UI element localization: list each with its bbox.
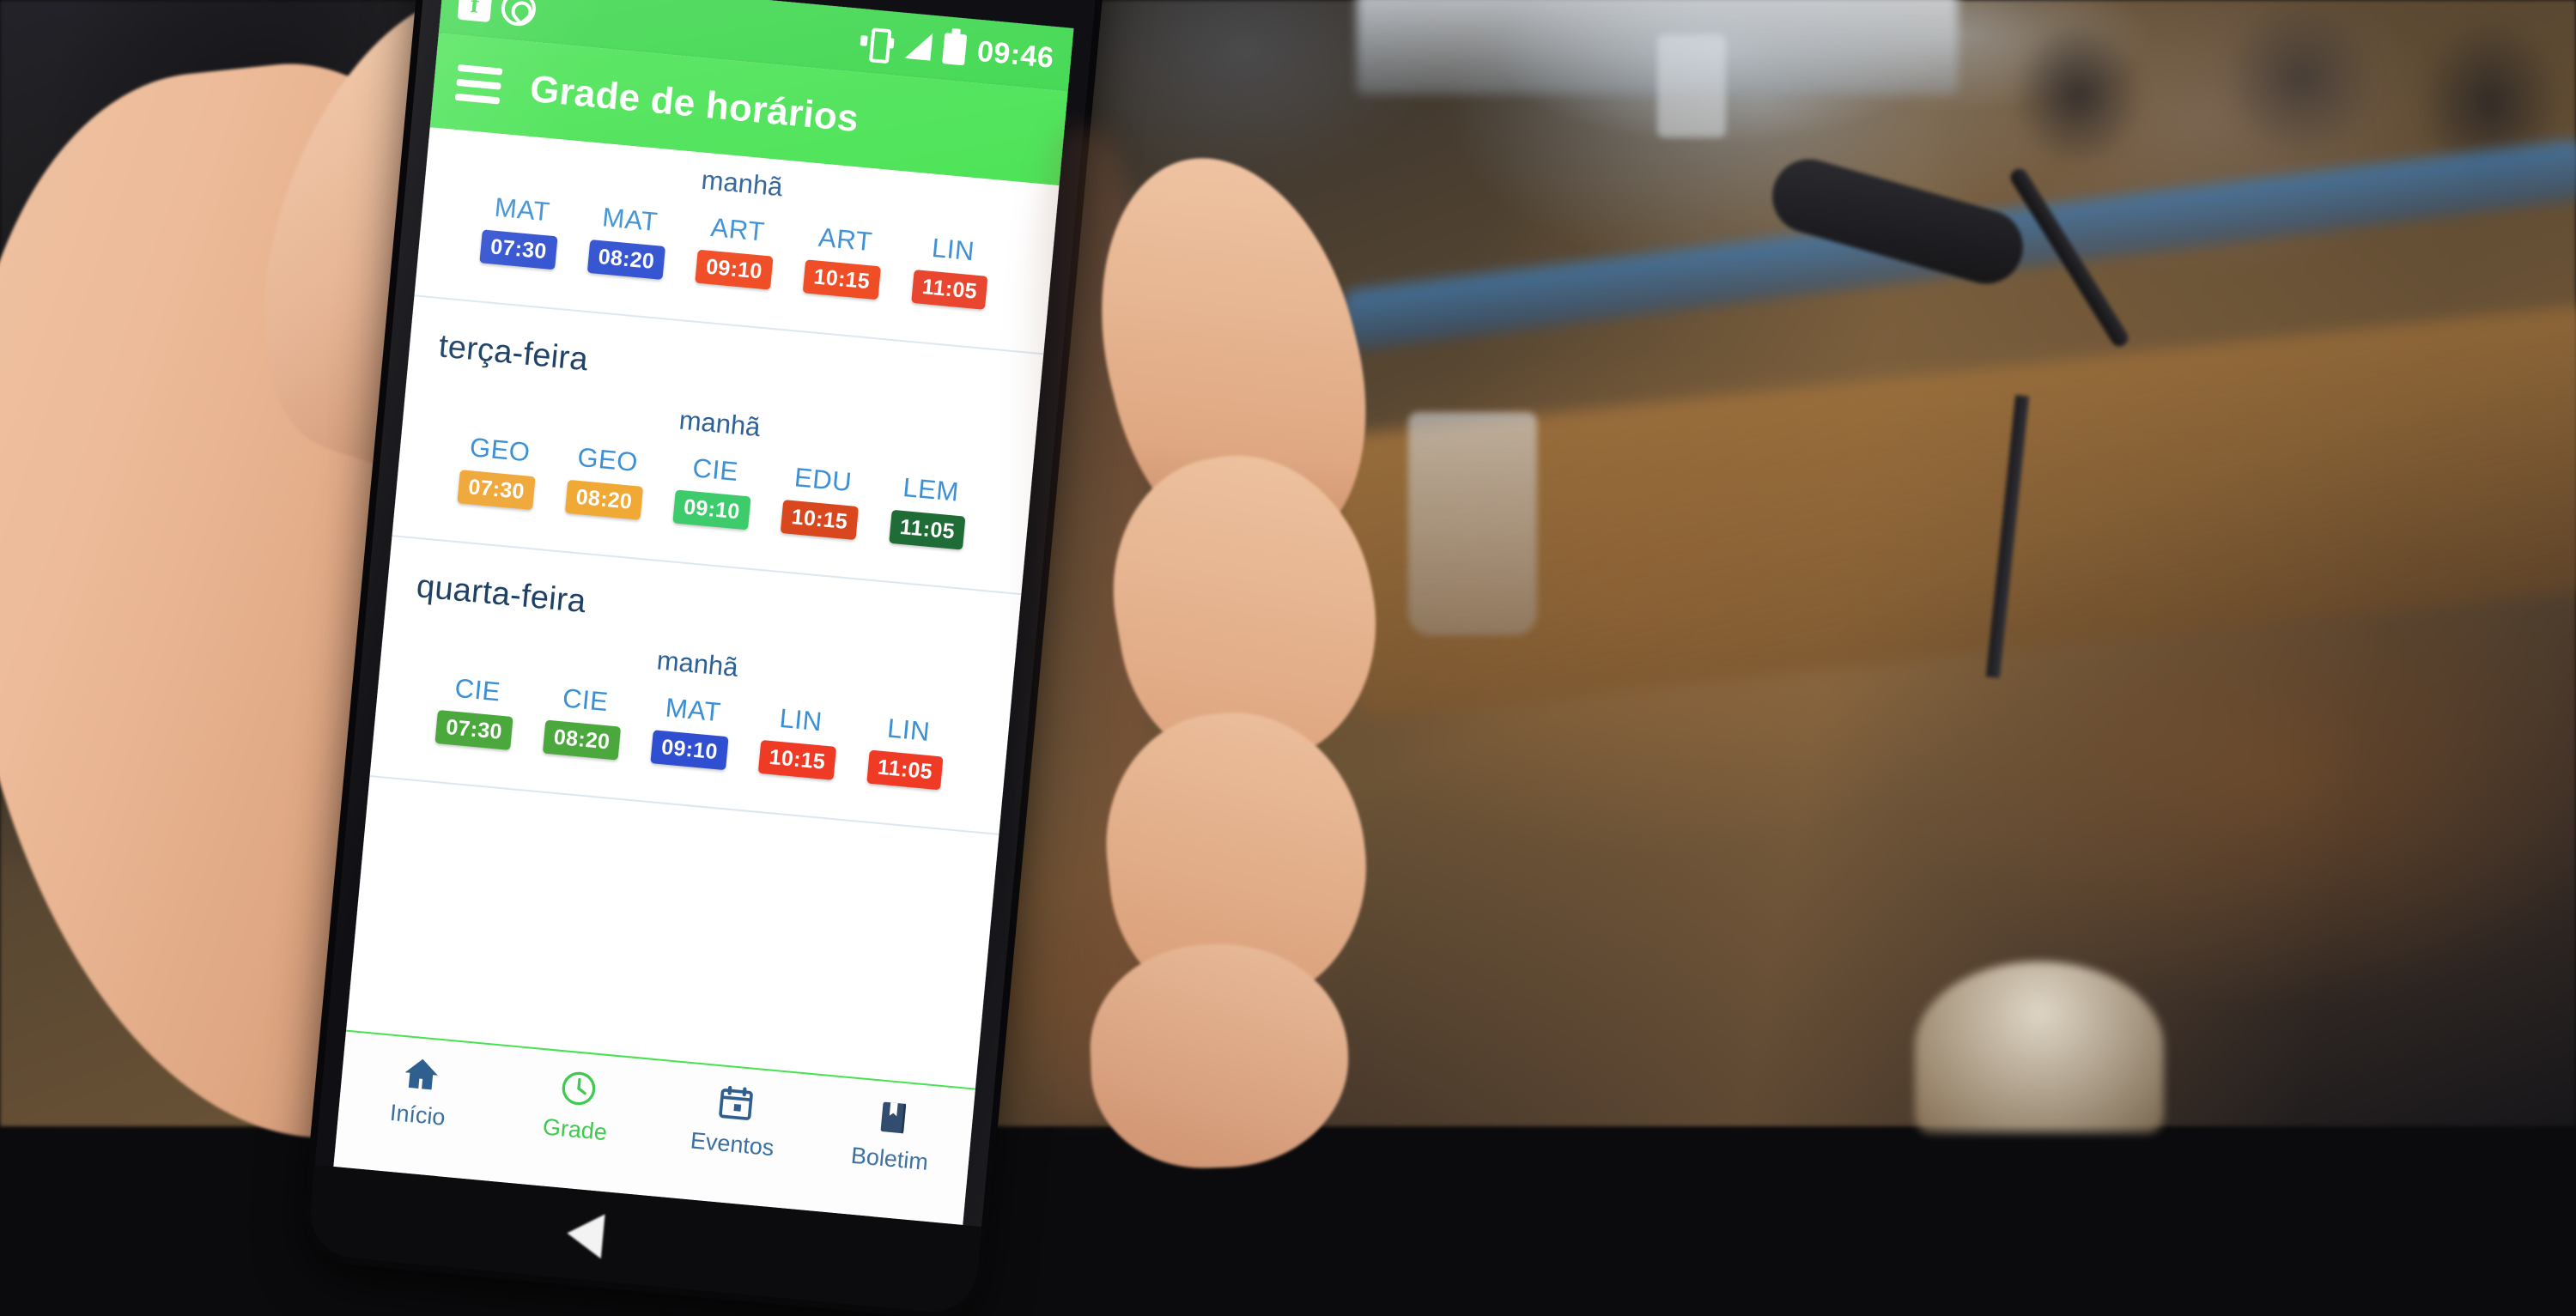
phone-screen: f 09:46 Grade de horários manhã MAT 07:30 M… [333, 0, 1074, 1225]
back-button-icon[interactable] [564, 1210, 605, 1259]
schedule-slot[interactable]: MAT 09:10 [641, 690, 740, 771]
schedule-slot[interactable]: MAT 07:30 [471, 191, 569, 271]
slot-time-badge: 08:20 [565, 479, 643, 520]
calendar-icon [714, 1082, 757, 1125]
status-bar-clock: 09:46 [975, 34, 1056, 75]
home-icon [400, 1052, 443, 1095]
schedule-slot[interactable]: ART 09:10 [686, 210, 785, 291]
nav-item-incio[interactable]: Início [337, 1047, 501, 1137]
schedule-slot[interactable]: MAT 08:20 [579, 200, 677, 281]
page-title: Grade de horários [528, 67, 861, 141]
slot-subject: GEO [468, 432, 532, 468]
schedule-slot[interactable]: GEO 08:20 [556, 440, 655, 521]
slot-subject: LEM [902, 471, 961, 507]
slot-subject: GEO [576, 441, 640, 478]
clock-icon [557, 1067, 600, 1110]
schedule-slot[interactable]: GEO 07:30 [448, 430, 547, 511]
slot-subject: CIE [453, 672, 502, 707]
slot-time-badge: 07:30 [457, 470, 536, 511]
slot-time-badge: 08:20 [543, 719, 621, 761]
signal-icon [903, 30, 933, 61]
schedule-slot[interactable]: LIN 10:15 [750, 700, 848, 781]
slot-time-badge: 09:10 [672, 489, 751, 531]
slot-subject: LIN [778, 702, 824, 737]
slot-subject: MAT [664, 692, 723, 728]
slot-time-badge: 10:15 [758, 739, 836, 780]
vibrate-icon [858, 25, 895, 59]
hamburger-icon[interactable] [454, 57, 503, 112]
whatsapp-icon [500, 0, 538, 27]
slot-subject: CIE [561, 682, 610, 718]
water-glass [1408, 412, 1537, 635]
nav-item-label: Início [388, 1099, 447, 1131]
water-glass-foreground [1915, 961, 2164, 1133]
status-bar-notifications: f [457, 0, 538, 27]
slot-subject: LIN [930, 232, 976, 267]
slot-subject: EDU [793, 462, 854, 498]
nav-item-eventos[interactable]: Eventos [653, 1076, 817, 1166]
nav-item-label: Eventos [689, 1127, 775, 1161]
slot-time-badge: 09:10 [695, 249, 774, 290]
nav-item-label: Grade [541, 1113, 609, 1146]
slot-subject: ART [817, 221, 874, 258]
book-icon [872, 1096, 914, 1139]
schedule-slot[interactable]: CIE 09:10 [664, 451, 762, 531]
slot-subject: MAT [600, 202, 659, 238]
slot-time-badge: 08:20 [587, 240, 665, 280]
slot-time-badge: 11:05 [911, 269, 988, 310]
nav-item-label: Boletim [849, 1142, 930, 1175]
nav-item-grade[interactable]: Grade [495, 1062, 659, 1151]
battery-icon [941, 33, 967, 66]
slot-subject: CIE [691, 452, 740, 487]
schedule-slot[interactable]: ART 10:15 [794, 221, 893, 301]
schedule-slot[interactable]: CIE 08:20 [534, 681, 633, 761]
schedule-slot[interactable]: EDU 10:15 [772, 460, 871, 541]
water-bottle [1657, 34, 1726, 137]
slot-subject: LIN [885, 713, 932, 747]
smartphone: f 09:46 Grade de horários manhã MAT 07:30 M… [306, 0, 1103, 1316]
slot-time-badge: 11:05 [866, 749, 944, 791]
slot-time-badge: 10:15 [781, 500, 859, 541]
slot-subject: ART [709, 211, 767, 247]
slot-time-badge: 07:30 [479, 229, 558, 270]
status-bar-system: 09:46 [858, 24, 1055, 76]
slot-subject: MAT [493, 191, 552, 227]
slot-time-badge: 09:10 [650, 730, 729, 771]
slot-time-badge: 11:05 [889, 509, 966, 550]
nav-item-boletim[interactable]: Boletim [810, 1091, 974, 1180]
slot-time-badge: 10:15 [802, 259, 881, 300]
schedule-slot[interactable]: LIN 11:05 [902, 230, 1000, 311]
schedule-slot[interactable]: LIN 11:05 [857, 711, 956, 791]
slot-time-badge: 07:30 [434, 709, 513, 750]
schedule-slot[interactable]: LEM 11:05 [879, 470, 978, 551]
facebook-icon: f [457, 0, 493, 23]
schedule-slot[interactable]: CIE 07:30 [426, 670, 525, 751]
